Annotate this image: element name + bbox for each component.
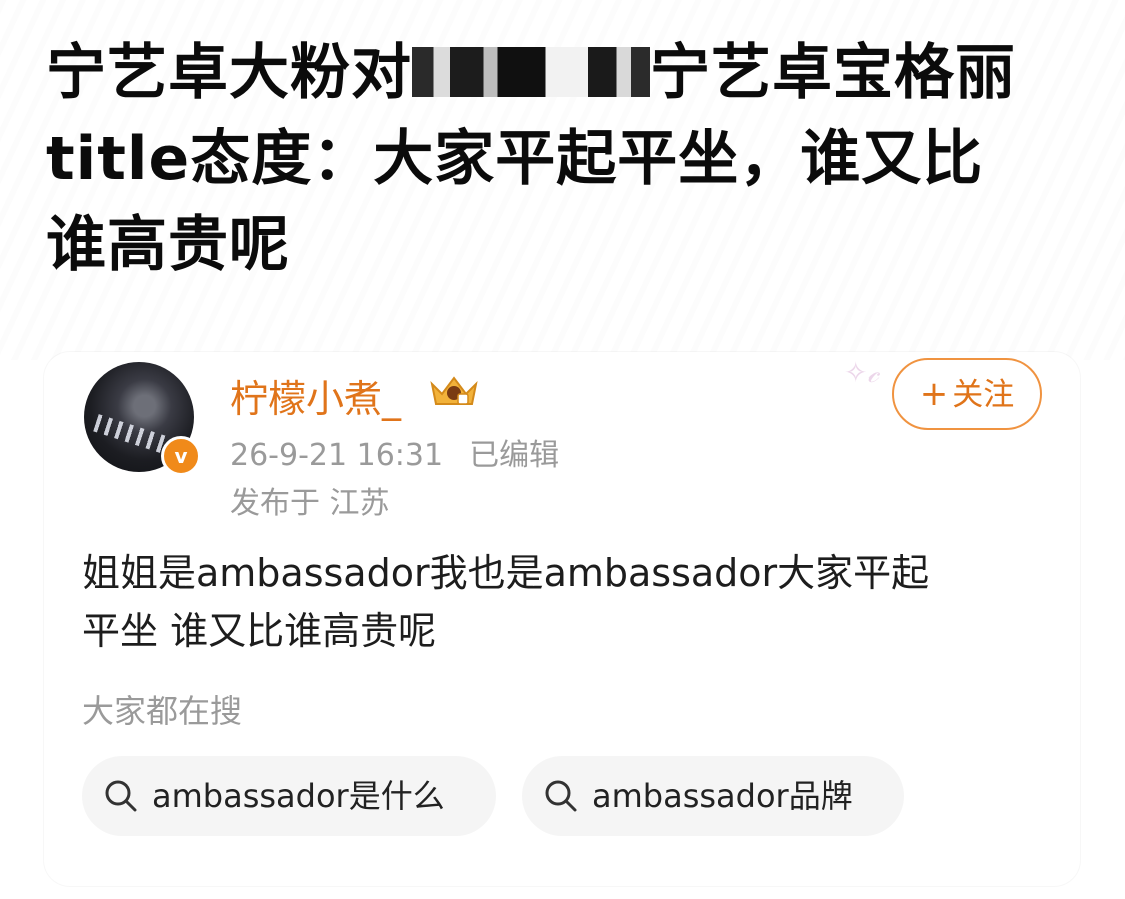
decoration-mark: ✧𝒸	[844, 356, 879, 389]
post-time: 26-9-21 16:31	[230, 438, 444, 473]
search-chip-label: ambassador品牌	[592, 777, 853, 815]
plus-icon: +	[919, 374, 949, 414]
verified-badge-icon: v	[161, 436, 201, 476]
post-body-line-2: 平坐 谁又比谁高贵呢	[82, 609, 437, 653]
edited-label: 已编辑	[469, 438, 560, 473]
username[interactable]: 柠檬小煮_	[230, 368, 401, 423]
headline-line-3: 谁高贵呢	[46, 210, 290, 280]
follow-label: 关注	[952, 377, 1015, 413]
weibo-post-card: v 柠檬小煮_ 26-9-21 16:31 已编辑 发布于 江苏 ✧𝒸 + 关注 姐…	[44, 352, 1080, 886]
search-chip-ambassador-meaning[interactable]: ambassador是什么	[82, 756, 496, 836]
headline-line-1: 宁艺卓大粉对 宁艺卓宝格丽	[46, 30, 1046, 116]
redacted-block	[412, 47, 650, 98]
crown-badge-icon	[430, 376, 478, 405]
screenshot-page: 宁艺卓大粉对 宁艺卓宝格丽 title态度：大家平起平坐，谁又比 谁高贵呢 v 柠…	[0, 0, 1125, 899]
post-timestamp: 26-9-21 16:31 已编辑	[230, 430, 559, 474]
post-body: 姐姐是ambassador我也是ambassador大家平起 平坐 谁又比谁高贵…	[82, 544, 1042, 660]
post-body-line-1: 姐姐是ambassador我也是ambassador大家平起	[82, 551, 930, 595]
search-icon	[105, 780, 137, 812]
headline-line-1-start: 宁艺卓大粉对	[46, 38, 412, 108]
trending-search-label: 大家都在搜	[82, 692, 243, 730]
follow-button[interactable]: + 关注	[892, 358, 1042, 430]
search-icon	[545, 780, 577, 812]
headline-line-1-end: 宁艺卓宝格丽	[650, 38, 1016, 108]
search-chip-label: ambassador是什么	[152, 777, 445, 815]
headline: 宁艺卓大粉对 宁艺卓宝格丽 title态度：大家平起平坐，谁又比 谁高贵呢	[46, 30, 1046, 288]
post-location: 发布于 江苏	[230, 486, 390, 521]
headline-line-2: title态度：大家平起平坐，谁又比	[46, 124, 984, 194]
search-chip-ambassador-brand[interactable]: ambassador品牌	[522, 756, 904, 836]
